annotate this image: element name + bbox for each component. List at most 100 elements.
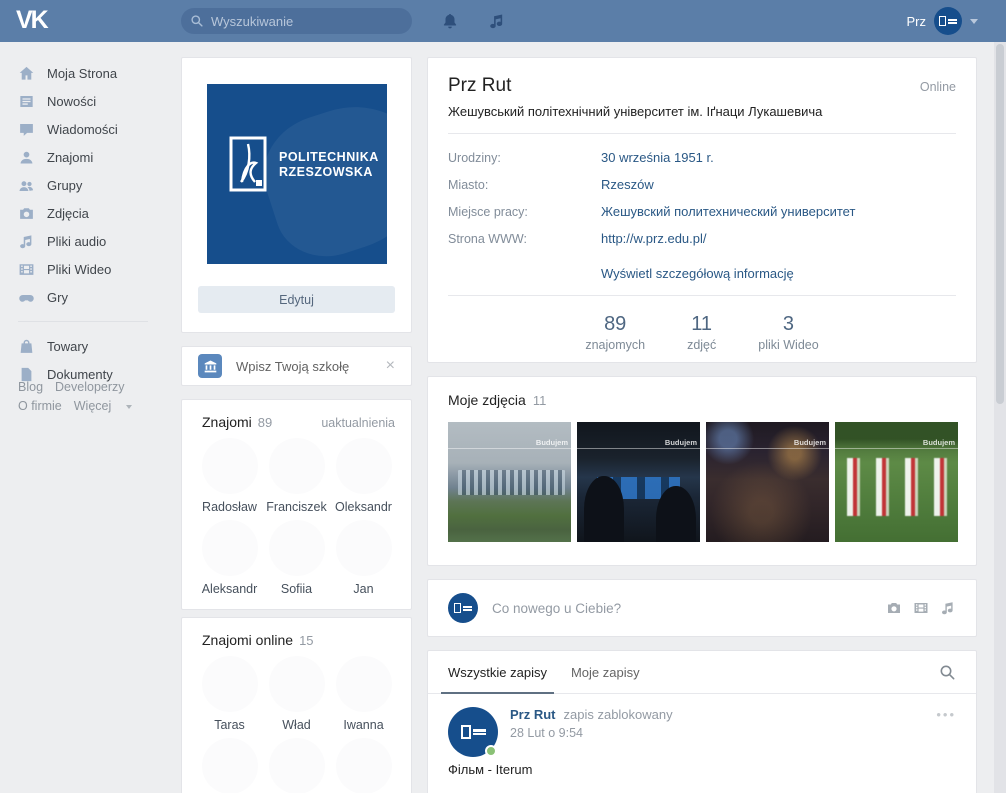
- header-user-menu[interactable]: Prz: [907, 0, 979, 42]
- sidebar-item-zdjecia[interactable]: Zdjęcia: [0, 199, 180, 227]
- friend-item[interactable]: Radosław: [196, 438, 263, 514]
- music-note-icon: [18, 233, 35, 250]
- header-search: [181, 8, 412, 34]
- edit-profile-button[interactable]: Edytuj: [198, 286, 395, 313]
- composer-input[interactable]: Co nowego u Ciebie?: [492, 601, 886, 616]
- footer-link-developerzy[interactable]: Developerzy: [55, 380, 124, 394]
- show-detailed-info-link[interactable]: Wyświetl szczegółową informację: [601, 266, 956, 281]
- search-icon: [190, 14, 204, 28]
- profile-counters: 89 znajomych 11 zdjęć 3 pliki Wideo: [448, 296, 956, 352]
- footer-links: Blog Developerzy O firmie Więcej: [18, 378, 178, 416]
- page-scrollbar[interactable]: [994, 0, 1006, 793]
- sidebar-item-znajomi[interactable]: Znajomi: [0, 143, 180, 171]
- sidebar-item-gry[interactable]: Gry: [0, 283, 180, 311]
- counter-photos[interactable]: 11 zdjęć: [687, 312, 716, 352]
- photo-night-concert-crowd[interactable]: Budujem: [706, 422, 829, 542]
- politechnika-logo: POLITECHNIKA RZESZOWSKA: [229, 136, 379, 194]
- photo-university-building[interactable]: Budujem: [448, 422, 571, 542]
- friends-updates-link[interactable]: uaktualnienia: [321, 416, 395, 430]
- footer-link-wiecej[interactable]: Więcej: [74, 399, 112, 413]
- profile-name: Prz Rut: [448, 75, 511, 97]
- gamepad-icon: [18, 289, 35, 306]
- sidebar-item-nowosci[interactable]: Nowości: [0, 87, 180, 115]
- sidebar-item-grupy[interactable]: Grupy: [0, 171, 180, 199]
- post-blocked-badge: zapis zablokowany: [564, 707, 673, 722]
- composer-avatar: [448, 593, 478, 623]
- post-content-text: Фільм - Iterum: [448, 762, 956, 777]
- friend-item[interactable]: Aleksandr: [196, 520, 263, 596]
- sidebar-item-pliki-wideo[interactable]: Pliki Wideo: [0, 255, 180, 283]
- school-prompt-text[interactable]: Wpisz Twoją szkołę: [236, 359, 382, 374]
- politechnika-mini-logo: [454, 603, 472, 613]
- friends-online-grid: Taras Wład Iwanna: [182, 652, 411, 793]
- photo-watermark: Budujem: [794, 438, 826, 447]
- sidebar-item-wiadomosci[interactable]: Wiadomości: [0, 115, 180, 143]
- university-building-icon[interactable]: [198, 354, 222, 378]
- photo-watermark: Budujem: [923, 438, 955, 447]
- wall-card: Wszystkie zapisy Moje zapisy Prz Rut zap…: [427, 650, 977, 793]
- friends-title[interactable]: Znajomi: [202, 414, 252, 430]
- photo-watermark: Budujem: [665, 438, 697, 447]
- friend-item[interactable]: Sofiia: [263, 520, 330, 596]
- close-icon[interactable]: ×: [382, 356, 399, 376]
- friend-item[interactable]: Franciszek: [263, 438, 330, 514]
- tab-my-posts[interactable]: Moje zapisy: [571, 651, 640, 694]
- friend-item[interactable]: [263, 738, 330, 793]
- top-header-bar: VK Prz: [0, 0, 1006, 42]
- music-icon[interactable]: [488, 12, 506, 30]
- footer-link-blog[interactable]: Blog: [18, 380, 43, 394]
- home-icon: [18, 65, 35, 82]
- profile-avatar-image[interactable]: POLITECHNIKA RZESZOWSKA: [207, 84, 387, 264]
- friends-online-card: Znajomi online 15 Taras Wład Iwanna: [181, 617, 412, 793]
- footer-link-o-firmie[interactable]: O firmie: [18, 399, 62, 413]
- attach-audio-icon[interactable]: [940, 600, 956, 616]
- counter-videos[interactable]: 3 pliki Wideo: [758, 312, 818, 352]
- scrollbar-thumb[interactable]: [996, 44, 1004, 404]
- sidebar-item-moja-strona[interactable]: Moja Strona: [0, 59, 180, 87]
- friend-item[interactable]: [330, 738, 397, 793]
- post-date-link[interactable]: 28 Lut o 9:54: [510, 726, 956, 740]
- chevron-down-icon: [126, 405, 132, 409]
- counter-friends[interactable]: 89 znajomych: [585, 312, 645, 352]
- vk-logo[interactable]: VK: [16, 6, 47, 35]
- friend-item[interactable]: Taras: [196, 656, 263, 732]
- friend-item[interactable]: [196, 738, 263, 793]
- friend-item[interactable]: Iwanna: [330, 656, 397, 732]
- notifications-bell-icon[interactable]: [441, 12, 459, 30]
- shopping-bag-icon: [18, 338, 35, 355]
- attach-photo-icon[interactable]: [886, 600, 902, 616]
- online-indicator-dot: [485, 745, 497, 757]
- wall-search-icon[interactable]: [939, 664, 956, 681]
- search-input[interactable]: [181, 8, 412, 34]
- sidebar-item-towary[interactable]: Towary: [0, 332, 180, 360]
- friend-item[interactable]: Jan: [330, 520, 397, 596]
- friend-item[interactable]: Oleksandr: [330, 438, 397, 514]
- left-navigation: Moja Strona Nowości Wiadomości Znajomi G…: [0, 42, 180, 388]
- tab-all-posts[interactable]: Wszystkie zapisy: [448, 651, 547, 694]
- detail-row-city: Miasto: Rzeszów: [448, 171, 956, 198]
- wall-post: Prz Rut zapis zablokowany ••• 28 Lut o 9…: [428, 694, 976, 777]
- photo-airplane-cockpit[interactable]: Budujem: [577, 422, 700, 542]
- friends-online-title[interactable]: Znajomi online: [202, 632, 293, 648]
- profile-avatar-card: POLITECHNIKA RZESZOWSKA Edytuj: [181, 57, 412, 333]
- wall-tabs: Wszystkie zapisy Moje zapisy: [428, 651, 976, 694]
- profile-details: Urodziny: 30 września 1951 r. Miasto: Rz…: [448, 134, 956, 252]
- friend-avatar: [336, 438, 392, 494]
- friends-count: 89: [258, 415, 272, 430]
- photo-folk-dancers[interactable]: Budujem: [835, 422, 958, 542]
- post-author-link[interactable]: Prz Rut: [510, 707, 556, 722]
- post-composer-card: Co nowego u Ciebie?: [427, 579, 977, 637]
- friend-avatar: [269, 738, 325, 793]
- photos-title[interactable]: Moje zdjęcia: [448, 392, 526, 408]
- post-menu-button[interactable]: •••: [936, 707, 956, 722]
- friend-item[interactable]: Wład: [263, 656, 330, 732]
- detail-row-workplace: Miejsce pracy: Жешувский политехнический…: [448, 198, 956, 225]
- chat-bubble-icon: [18, 121, 35, 138]
- camera-icon: [18, 205, 35, 222]
- friends-grid: Radosław Franciszek Oleksandr Aleksandr …: [182, 434, 411, 602]
- attach-video-icon[interactable]: [913, 600, 929, 616]
- detail-row-birthday: Urodziny: 30 września 1951 r.: [448, 144, 956, 171]
- photos-row: Budujem Budujem Budujem Budujem: [448, 422, 956, 542]
- people-group-icon: [18, 177, 35, 194]
- sidebar-item-pliki-audio[interactable]: Pliki audio: [0, 227, 180, 255]
